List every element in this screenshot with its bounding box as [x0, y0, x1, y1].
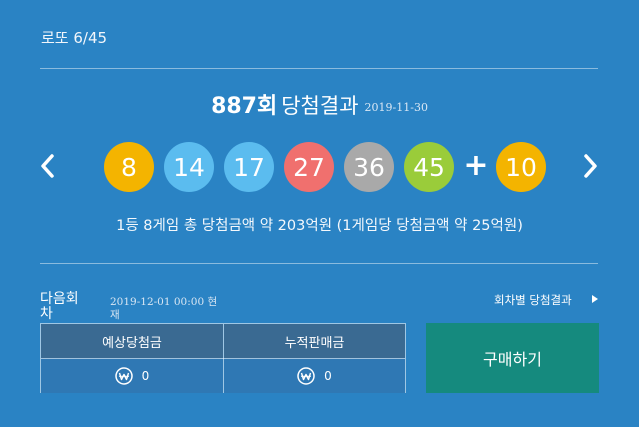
chevron-right-icon	[584, 154, 597, 178]
top-divider	[40, 68, 598, 69]
estimated-prize-header: 예상당첨금	[41, 324, 223, 358]
prev-draw-button[interactable]	[35, 150, 59, 182]
accumulated-sales-cell: 0	[224, 358, 405, 393]
draw-round: 887회	[211, 94, 278, 119]
draw-date: 2019-11-30	[364, 101, 428, 114]
winning-number-ball: 27	[284, 142, 334, 192]
next-draw-button[interactable]	[579, 150, 603, 182]
caret-right-icon	[592, 295, 598, 303]
won-coin-icon	[297, 366, 315, 385]
estimated-prize-cell: 0	[41, 358, 223, 393]
next-round-datetime: 2019-12-01 00:00 현재	[110, 296, 218, 321]
draw-title: 887회 당첨결과 2019-11-30	[0, 88, 639, 120]
table-row-divider	[41, 358, 405, 359]
draw-result-label: 당첨결과	[281, 94, 359, 118]
history-results-label: 회차별 당첨결과	[494, 293, 572, 307]
next-round-label: 다음회차	[40, 291, 79, 322]
first-prize-summary: 1등 8게임 총 당첨금액 약 203억원 (1게임당 당첨금액 약 25억원)	[116, 218, 523, 234]
bonus-number-ball: 10	[496, 142, 546, 192]
page-title: 로또 6/45	[41, 29, 108, 47]
accumulated-sales-header: 누적판매금	[224, 324, 405, 358]
winning-number-ball: 14	[164, 142, 214, 192]
buy-button[interactable]: 구매하기	[426, 323, 599, 393]
winning-number-ball: 45	[404, 142, 454, 192]
won-coin-icon	[114, 366, 133, 385]
middle-divider	[40, 263, 598, 264]
estimated-prize-value: 0	[141, 368, 150, 383]
next-round-table: 예상당첨금 누적판매금 0 0	[40, 323, 406, 393]
winning-number-ball: 36	[344, 142, 394, 192]
winning-number-ball: 8	[104, 142, 154, 192]
winning-number-ball: 17	[224, 142, 274, 192]
accumulated-sales-value: 0	[324, 368, 332, 383]
history-results-link[interactable]: 회차별 당첨결과	[494, 293, 598, 307]
chevron-left-icon	[41, 154, 54, 178]
bonus-plus-sign: +	[463, 148, 489, 183]
